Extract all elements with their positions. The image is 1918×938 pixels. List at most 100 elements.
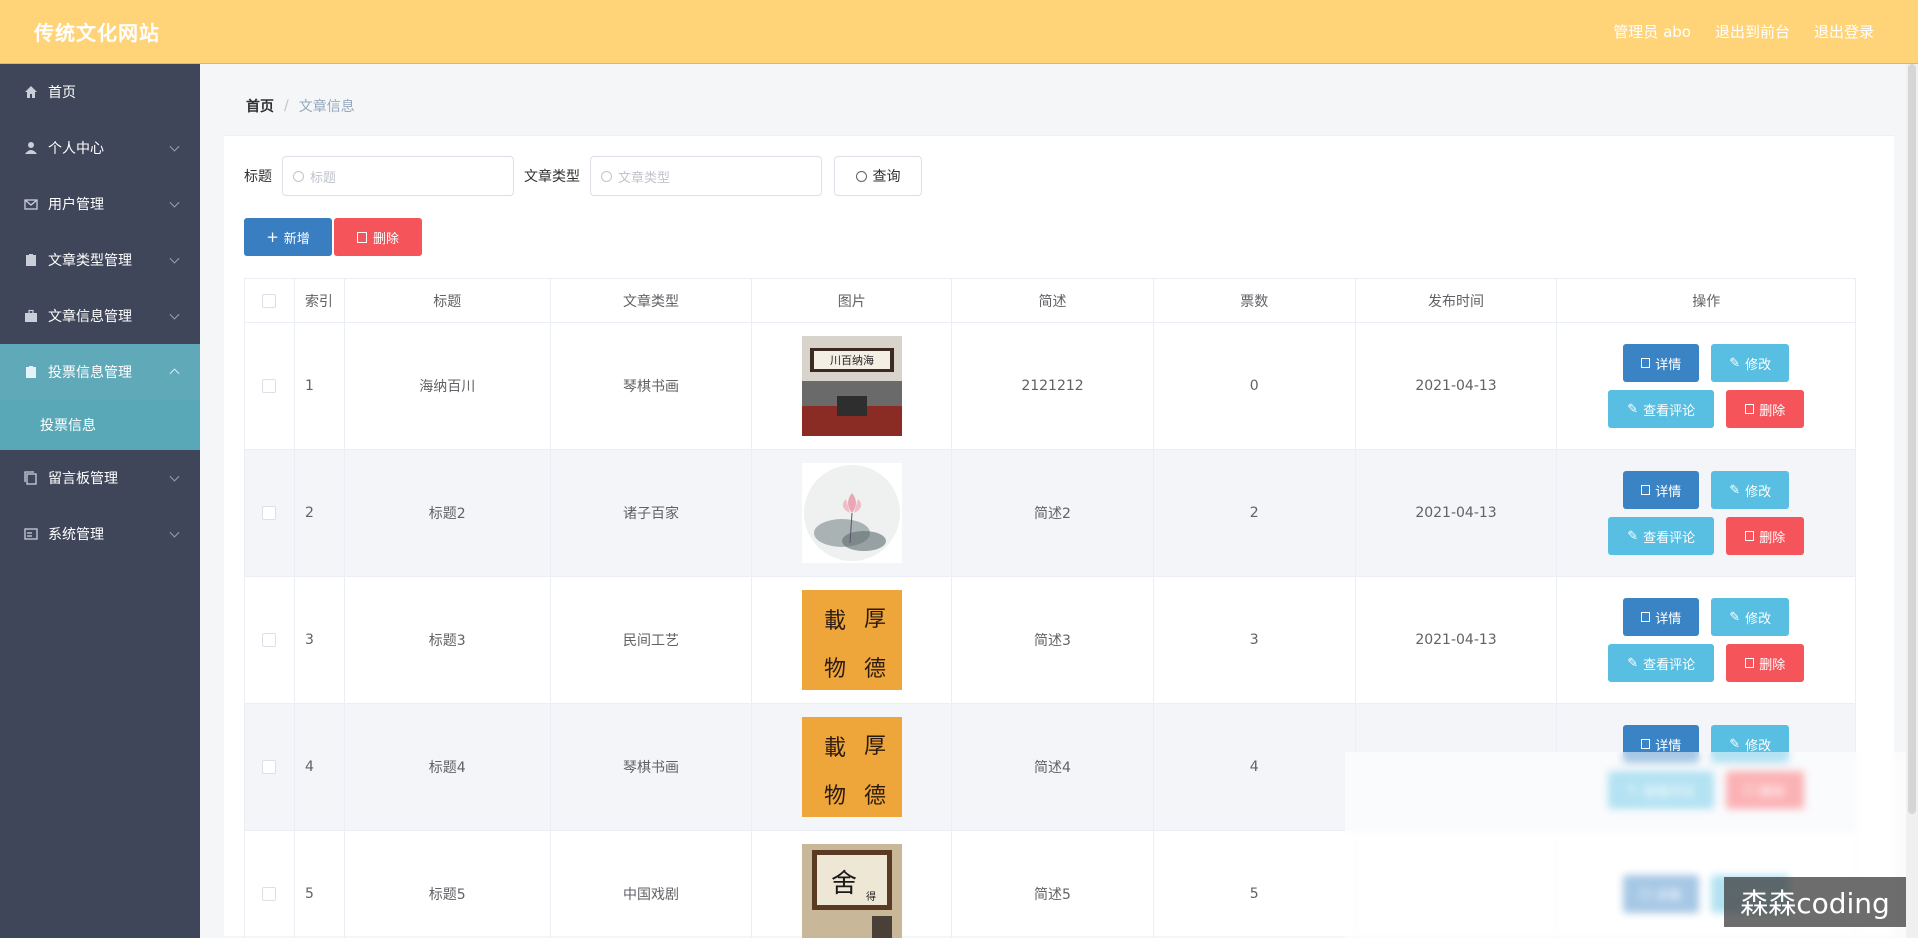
svg-text:川百纳海: 川百纳海 (830, 353, 874, 367)
exit-to-front-link[interactable]: 退出到前台 (1715, 21, 1790, 42)
row-checkbox-cell (245, 577, 295, 703)
cell-type: 民间工艺 (551, 577, 753, 703)
delete-button[interactable]: 删除 (1726, 517, 1805, 555)
cell-description: 简述3 (952, 577, 1154, 703)
add-button[interactable]: + 新增 (244, 218, 332, 256)
watermark: 森森coding (1724, 877, 1906, 927)
table-row: 2 标题2 诸子百家 简述2 2 2021-04-13 详情 ✎ 修改 ✎ 查看… (245, 450, 1855, 577)
edit-icon: ✎ (1729, 736, 1741, 752)
row-checkbox[interactable] (262, 760, 277, 774)
cell-image: 川百纳海 (752, 323, 953, 449)
chevron-down-icon (169, 253, 180, 264)
header-title: 标题 (345, 279, 551, 322)
detail-button[interactable]: 详情 (1623, 598, 1700, 636)
svg-text:厚: 厚 (864, 607, 886, 632)
detail-label: 详情 (1655, 738, 1682, 754)
sidebar-item-system-management[interactable]: 系统管理 (0, 506, 200, 562)
sidebar-item-label: 个人中心 (48, 141, 104, 157)
row-checkbox[interactable] (262, 379, 277, 393)
calligraphy-scroll-image: 載 厚 物 德 (801, 590, 902, 690)
cell-title: 标题3 (345, 577, 551, 703)
view-comments-label: 查看评论 (1643, 403, 1696, 419)
cell-publish-time: 2021-04-13 (1356, 577, 1558, 703)
detail-label: 详情 (1655, 357, 1682, 373)
sidebar-item-home[interactable]: 首页 (0, 64, 200, 120)
delete-button[interactable]: 删除 (1726, 390, 1805, 428)
type-search-input[interactable]: 文章类型 (590, 156, 822, 196)
ops-line: ✎查看评论 删除 (1608, 517, 1805, 555)
document-icon (1641, 485, 1651, 495)
sidebar-item-article-info-management[interactable]: 文章信息管理 (0, 288, 200, 344)
query-button[interactable]: 查询 (834, 156, 922, 196)
cell-description: 简述4 (952, 704, 1154, 830)
table-row: 3 标题3 民间工艺 載 厚 物 德 简述3 3 2021-04-13 详情 ✎… (245, 577, 1855, 704)
row-checkbox[interactable] (262, 633, 277, 647)
scrollbar-thumb[interactable] (1908, 64, 1916, 814)
view-comments-button[interactable]: ✎查看评论 (1608, 644, 1715, 682)
svg-text:得: 得 (866, 891, 876, 903)
detail-button[interactable]: 详情 (1623, 471, 1700, 509)
header-votes: 票数 (1154, 279, 1356, 322)
type-search-label: 文章类型 (524, 169, 580, 185)
cell-image: 載 厚 物 德 (752, 704, 953, 830)
edit-button[interactable]: ✎修改 (1711, 344, 1790, 382)
cell-description: 简述5 (952, 831, 1154, 938)
sidebar: 首页 个人中心 用户管理 文章类型管理 文章信息管理 投票信息管理 投票信息 留… (0, 64, 200, 938)
sidebar-item-message-board-management[interactable]: 留言板管理 (0, 450, 200, 506)
ops-line: ✎查看评论 删除 (1608, 644, 1805, 682)
cell-index: 3 (295, 577, 345, 703)
sidebar-item-label: 系统管理 (48, 527, 104, 543)
svg-text:物: 物 (824, 784, 846, 809)
table-header: 索引 标题 文章类型 图片 简述 票数 发布时间 操作 (245, 279, 1855, 323)
detail-label: 详情 (1655, 484, 1682, 500)
row-checkbox[interactable] (262, 506, 277, 520)
cell-description: 简述2 (952, 450, 1154, 576)
sidebar-item-article-type-management[interactable]: 文章类型管理 (0, 232, 200, 288)
title-search-input[interactable]: 标题 (282, 156, 514, 196)
ops-line: 详情 ✎修改 (1623, 598, 1790, 636)
cell-votes: 3 (1154, 577, 1356, 703)
search-icon (855, 170, 867, 182)
header-type: 文章类型 (551, 279, 753, 322)
sidebar-item-label: 文章信息管理 (48, 309, 132, 325)
logout-link[interactable]: 退出登录 (1814, 21, 1874, 42)
site-brand[interactable]: 传统文化网站 (34, 17, 160, 46)
svg-text:德: 德 (864, 657, 886, 682)
cell-index: 4 (295, 704, 345, 830)
sidebar-subitem-vote-info[interactable]: 投票信息 (0, 400, 200, 450)
edit-label: 修改 (1745, 484, 1772, 500)
breadcrumb-home[interactable]: 首页 (246, 96, 274, 116)
chevron-down-icon (169, 141, 180, 152)
delete-box-icon (26, 254, 36, 266)
sidebar-item-personal-center[interactable]: 个人中心 (0, 120, 200, 176)
action-toolbar: + 新增 删除 (244, 218, 1874, 256)
page-scrollbar[interactable] (1906, 64, 1918, 938)
cell-title: 标题2 (345, 450, 551, 576)
user-icon (25, 142, 37, 154)
detail-label: 详情 (1655, 611, 1682, 627)
row-checkbox[interactable] (262, 887, 277, 901)
header-image: 图片 (752, 279, 953, 322)
search-icon (293, 170, 304, 182)
edit-button[interactable]: ✎修改 (1711, 471, 1790, 509)
select-all-checkbox[interactable] (262, 293, 277, 308)
edit-button[interactable]: ✎修改 (1711, 598, 1790, 636)
edit-icon: ✎ (1627, 655, 1639, 671)
view-comments-button[interactable]: ✎查看评论 (1608, 390, 1715, 428)
row-checkbox-cell (245, 450, 295, 576)
cell-title: 标题4 (345, 704, 551, 830)
cell-votes: 5 (1154, 831, 1356, 938)
edit-icon: ✎ (1627, 401, 1639, 417)
view-comments-button[interactable]: ✎查看评论 (1608, 517, 1715, 555)
edit-label: 修改 (1745, 611, 1772, 627)
batch-delete-button[interactable]: 删除 (334, 218, 422, 256)
cell-index: 1 (295, 323, 345, 449)
svg-text:物: 物 (824, 657, 846, 682)
edit-icon: ✎ (1729, 355, 1741, 371)
sidebar-item-vote-info-management[interactable]: 投票信息管理 (0, 344, 200, 400)
delete-button[interactable]: 删除 (1726, 644, 1805, 682)
sidebar-item-user-management[interactable]: 用户管理 (0, 176, 200, 232)
title-search-placeholder: 标题 (310, 170, 337, 186)
document-icon (1641, 612, 1651, 622)
detail-button[interactable]: 详情 (1623, 344, 1700, 382)
